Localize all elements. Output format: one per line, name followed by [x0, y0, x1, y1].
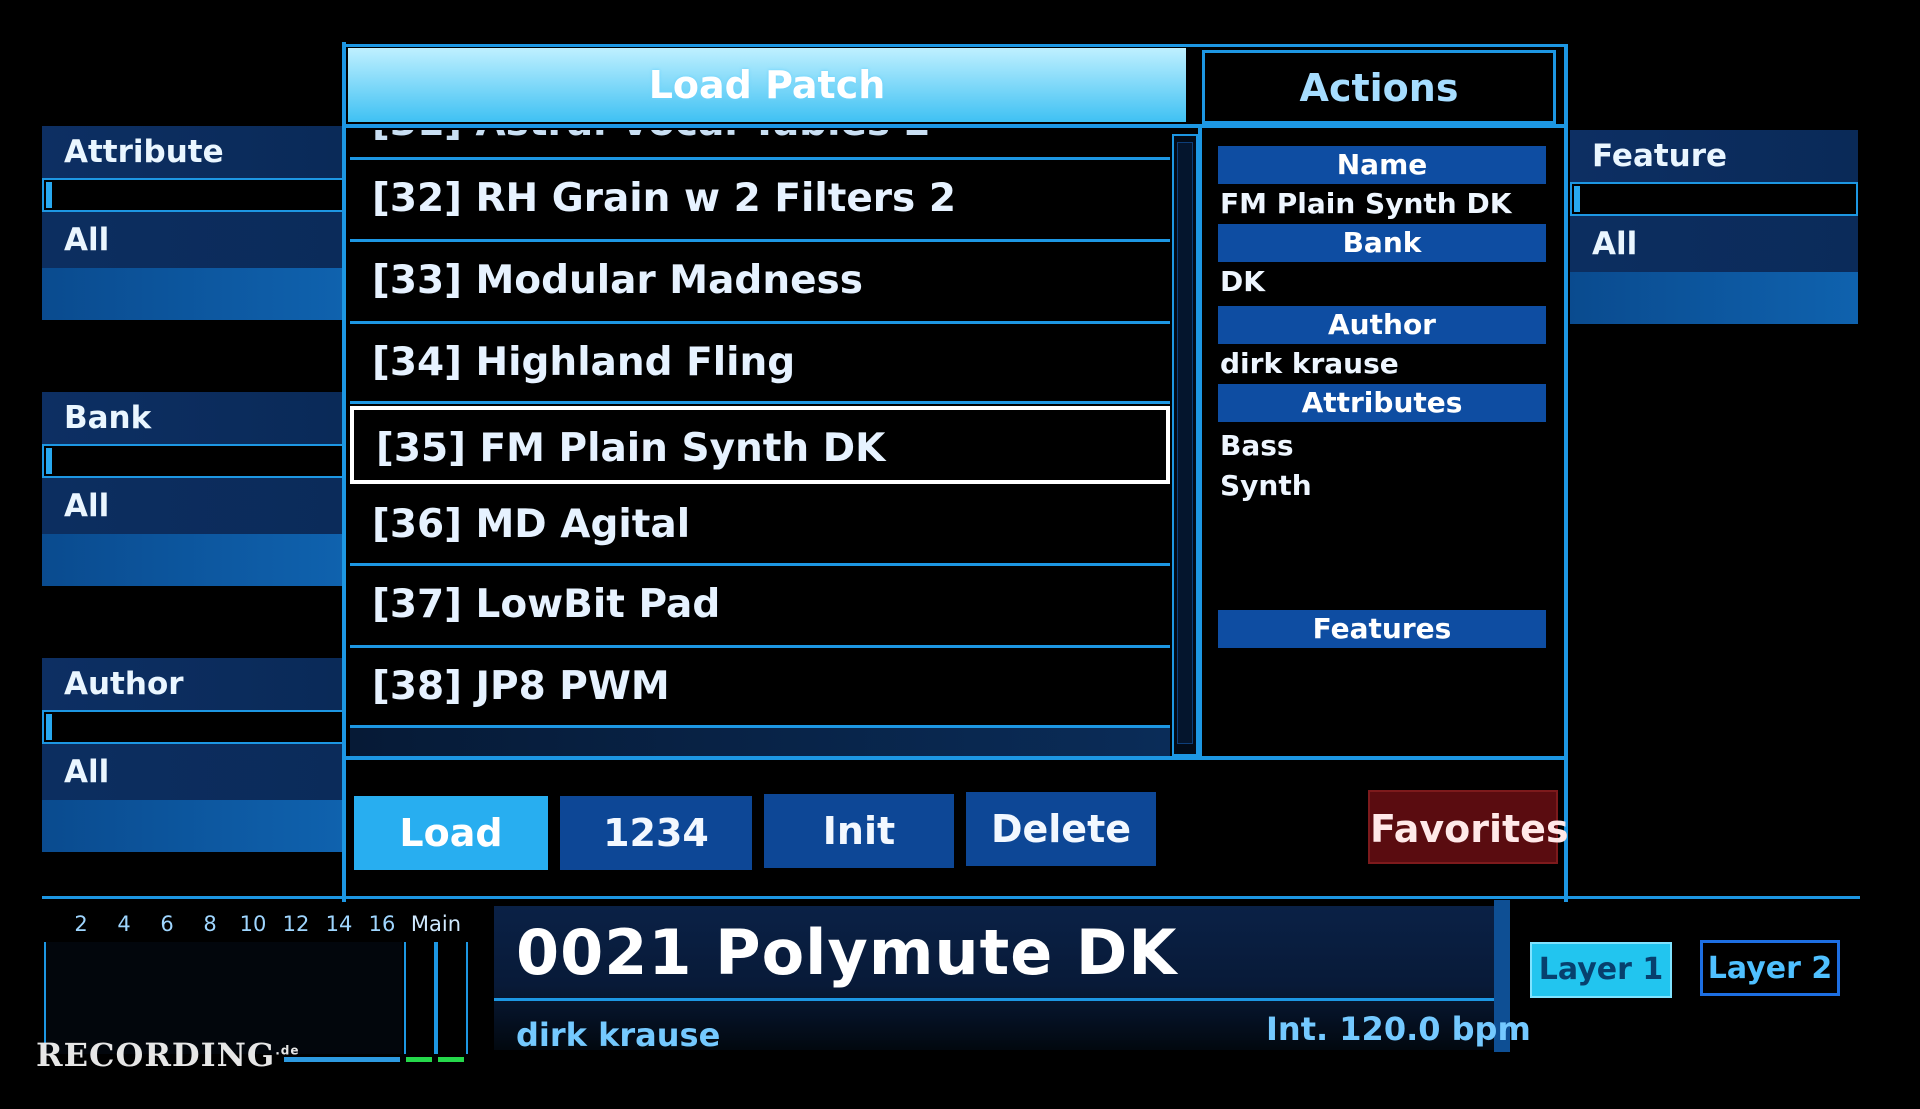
- current-patch-name[interactable]: 0021 Polymute DK: [516, 916, 1177, 989]
- patch-list-item[interactable]: [34] Highland Fling: [350, 324, 1170, 404]
- meter-label: 16: [368, 912, 396, 936]
- meter-label: 8: [203, 912, 217, 936]
- attribute-filter-slider[interactable]: [42, 178, 344, 212]
- dialog-right-border: [1564, 46, 1568, 902]
- dialog-top-border: [342, 44, 1568, 47]
- dialog-title: Load Patch: [348, 48, 1186, 122]
- info-author-header: Author: [1218, 306, 1546, 344]
- bank-filter-slider[interactable]: [42, 444, 344, 478]
- button-area-divider: [346, 756, 1564, 760]
- delete-button[interactable]: Delete: [966, 792, 1156, 866]
- meter-label: Main: [410, 912, 462, 936]
- header-divider: [346, 124, 1564, 128]
- slider-knob[interactable]: [46, 714, 52, 740]
- watermark-text: RECORDING: [36, 1036, 276, 1074]
- watermark-suffix: .de: [275, 1043, 300, 1058]
- bank-filter-empty-row[interactable]: [42, 534, 344, 586]
- main-meter-left: [404, 942, 436, 1054]
- patch-list-item[interactable]: [33] Modular Madness: [350, 242, 1170, 324]
- info-name-value: FM Plain Synth DK: [1220, 187, 1512, 220]
- info-name-header: Name: [1218, 146, 1546, 184]
- info-features-header: Features: [1218, 610, 1546, 648]
- info-author-value: dirk krause: [1220, 347, 1399, 380]
- author-filter-label: Author: [42, 658, 344, 710]
- patch-list-item[interactable]: [38] JP8 PWM: [350, 648, 1170, 728]
- right-filter-panel: Feature All: [1570, 130, 1858, 324]
- tempo-display[interactable]: Int. 120.0 bpm: [1266, 1010, 1531, 1048]
- meter-label: 4: [117, 912, 131, 936]
- patch-list-scrollbar[interactable]: [1172, 134, 1198, 756]
- bank-filter-label: Bank: [42, 392, 344, 444]
- main-meter-right: [436, 942, 468, 1054]
- current-patch-underline: [494, 998, 1496, 1001]
- patch-list-item[interactable]: [37] LowBit Pad: [350, 566, 1170, 648]
- numeric-entry-button[interactable]: 1234: [560, 796, 752, 870]
- status-strip-top-border: [42, 896, 1860, 899]
- patch-list-empty-row: [350, 728, 1170, 756]
- actions-tab[interactable]: Actions: [1202, 50, 1556, 124]
- patch-info-panel: Name FM Plain Synth DK Bank DK Author di…: [1218, 146, 1546, 648]
- main-meter-level: [406, 1057, 432, 1062]
- scrollbar-thumb[interactable]: [1177, 142, 1193, 744]
- meter-label: 10: [239, 912, 267, 936]
- load-button[interactable]: Load: [354, 796, 548, 870]
- author-filter-empty-row[interactable]: [42, 800, 344, 852]
- info-attribute-value: Synth: [1220, 469, 1312, 502]
- patch-list-item[interactable]: [36] MD Agital: [350, 486, 1170, 566]
- patch-list-item-partial[interactable]: [31] Astral Vocal Tables 2: [350, 130, 1170, 160]
- meter-label: 6: [160, 912, 174, 936]
- attribute-filter-empty-row[interactable]: [42, 268, 344, 320]
- favorites-button[interactable]: Favorites: [1368, 790, 1569, 864]
- meter-label: 14: [325, 912, 353, 936]
- info-attribute-value: Bass: [1220, 429, 1294, 462]
- info-attributes-header: Attributes: [1218, 384, 1546, 422]
- meter-level: [284, 1057, 400, 1062]
- feature-filter-slider[interactable]: [1570, 182, 1858, 216]
- patch-list-item-selected[interactable]: [35] FM Plain Synth DK: [350, 406, 1170, 484]
- info-bank-header: Bank: [1218, 224, 1546, 262]
- init-button[interactable]: Init: [764, 794, 954, 868]
- left-filter-panel: Attribute All Bank All Author All: [42, 126, 344, 852]
- attribute-filter-label: Attribute: [42, 126, 344, 178]
- layer-2-button[interactable]: Layer 2: [1700, 940, 1840, 996]
- dialog-left-border: [342, 42, 346, 902]
- slider-knob[interactable]: [46, 182, 52, 208]
- bank-filter-value[interactable]: All: [42, 478, 344, 534]
- feature-filter-value[interactable]: All: [1570, 216, 1858, 272]
- patch-list: [31] Astral Vocal Tables 2 [32] RH Grain…: [350, 130, 1170, 756]
- meter-label: 12: [282, 912, 310, 936]
- info-bank-value: DK: [1220, 265, 1265, 298]
- meter-label: 2: [74, 912, 88, 936]
- layer-1-button[interactable]: Layer 1: [1530, 942, 1672, 998]
- patch-list-item[interactable]: [32] RH Grain w 2 Filters 2: [350, 160, 1170, 242]
- slider-knob[interactable]: [1574, 186, 1580, 212]
- slider-knob[interactable]: [46, 448, 52, 474]
- recording-watermark-logo: RECORDING.de: [36, 1036, 300, 1074]
- author-filter-value[interactable]: All: [42, 744, 344, 800]
- feature-filter-label: Feature: [1570, 130, 1858, 182]
- attribute-filter-value[interactable]: All: [42, 212, 344, 268]
- main-meter-level: [438, 1057, 464, 1062]
- list-info-divider: [1198, 128, 1202, 756]
- feature-filter-empty-row[interactable]: [1570, 272, 1858, 324]
- author-filter-slider[interactable]: [42, 710, 344, 744]
- current-patch-author: dirk krause: [516, 1016, 721, 1054]
